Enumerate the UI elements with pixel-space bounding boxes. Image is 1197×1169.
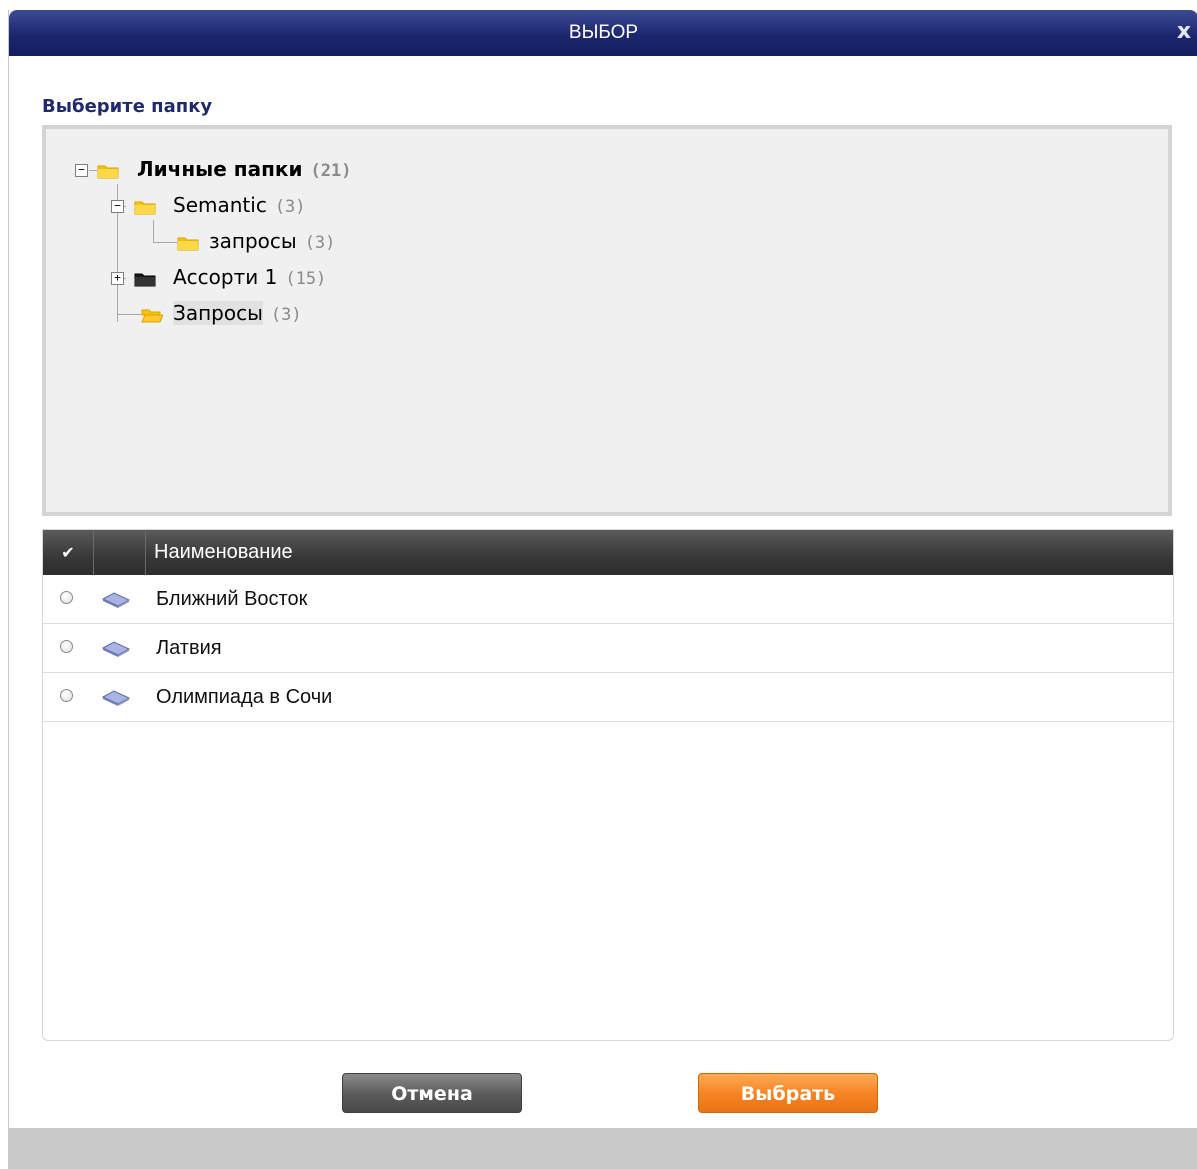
tree-node-count: (21)	[310, 161, 352, 181]
grid-header-icon-column	[94, 530, 146, 575]
dialog-title: ВЫБОР	[568, 22, 639, 43]
radio-icon[interactable]	[60, 689, 73, 702]
table-row[interactable]: Латвия	[43, 624, 1173, 673]
radio-icon[interactable]	[60, 591, 73, 604]
folder-icon	[134, 201, 156, 215]
query-icon	[101, 641, 131, 657]
tree-node-count: (3)	[304, 233, 336, 253]
cancel-button[interactable]: Отмена	[342, 1073, 522, 1113]
tree-connector	[89, 170, 97, 171]
tree-node-assorti[interactable]: Ассорти 1 (15)	[173, 265, 326, 289]
tree-node-label: запросы	[209, 229, 297, 253]
tree-collapse-toggle[interactable]: −	[75, 164, 88, 177]
table-row[interactable]: Ближний Восток	[43, 575, 1173, 624]
tree-connector	[117, 314, 141, 315]
tree-node-label: Запросы	[173, 301, 263, 325]
close-icon[interactable]: x	[1172, 19, 1196, 45]
query-icon	[101, 592, 131, 608]
grid-header-name[interactable]: Наименование	[146, 530, 293, 575]
section-title: Выберите папку	[42, 96, 213, 117]
row-name: Олимпиада в Сочи	[156, 686, 333, 708]
tree-connector	[153, 220, 154, 242]
tree-node-label: Semantic	[173, 193, 267, 217]
dialog-titlebar: ВЫБОР x	[9, 10, 1197, 56]
tree-node-label: Ассорти 1	[173, 265, 278, 289]
tree-node-root[interactable]: Личные папки (21)	[137, 157, 351, 181]
select-dialog: ВЫБОР x Выберите папку − Личные папки (21…	[8, 10, 1197, 1169]
tree-expand-toggle[interactable]: +	[111, 272, 124, 285]
tree-node-count: (3)	[270, 305, 302, 325]
dialog-footer	[9, 1128, 1197, 1169]
tree-node-zaprosy-selected[interactable]: Запросы (3)	[173, 301, 302, 325]
tree-connector	[153, 242, 177, 243]
tree-collapse-toggle[interactable]: −	[111, 200, 124, 213]
folder-dark-icon	[134, 273, 156, 287]
tree-node-zaprosy[interactable]: запросы (3)	[209, 229, 335, 253]
tree-node-label: Личные папки	[137, 157, 303, 181]
folder-icon	[177, 237, 199, 251]
row-name: Латвия	[156, 637, 222, 659]
radio-icon[interactable]	[60, 640, 73, 653]
folder-tree: − Личные папки (21) − Semantic (3) запро…	[46, 129, 1168, 512]
grid-header: ✔ Наименование	[43, 530, 1173, 575]
folder-tree-panel: − Личные папки (21) − Semantic (3) запро…	[42, 125, 1172, 516]
tree-node-count: (3)	[274, 197, 306, 217]
tree-node-semantic[interactable]: Semantic (3)	[173, 193, 306, 217]
check-icon[interactable]: ✔	[43, 530, 94, 575]
row-name: Ближний Восток	[156, 588, 308, 610]
query-icon	[101, 690, 131, 706]
folder-open-icon	[141, 309, 163, 323]
query-grid: ✔ Наименование Ближний Восток Латвия Оли…	[42, 529, 1174, 1041]
folder-icon	[97, 165, 119, 179]
table-row[interactable]: Олимпиада в Сочи	[43, 673, 1173, 722]
tree-node-count: (15)	[285, 269, 327, 289]
select-button[interactable]: Выбрать	[698, 1073, 878, 1113]
